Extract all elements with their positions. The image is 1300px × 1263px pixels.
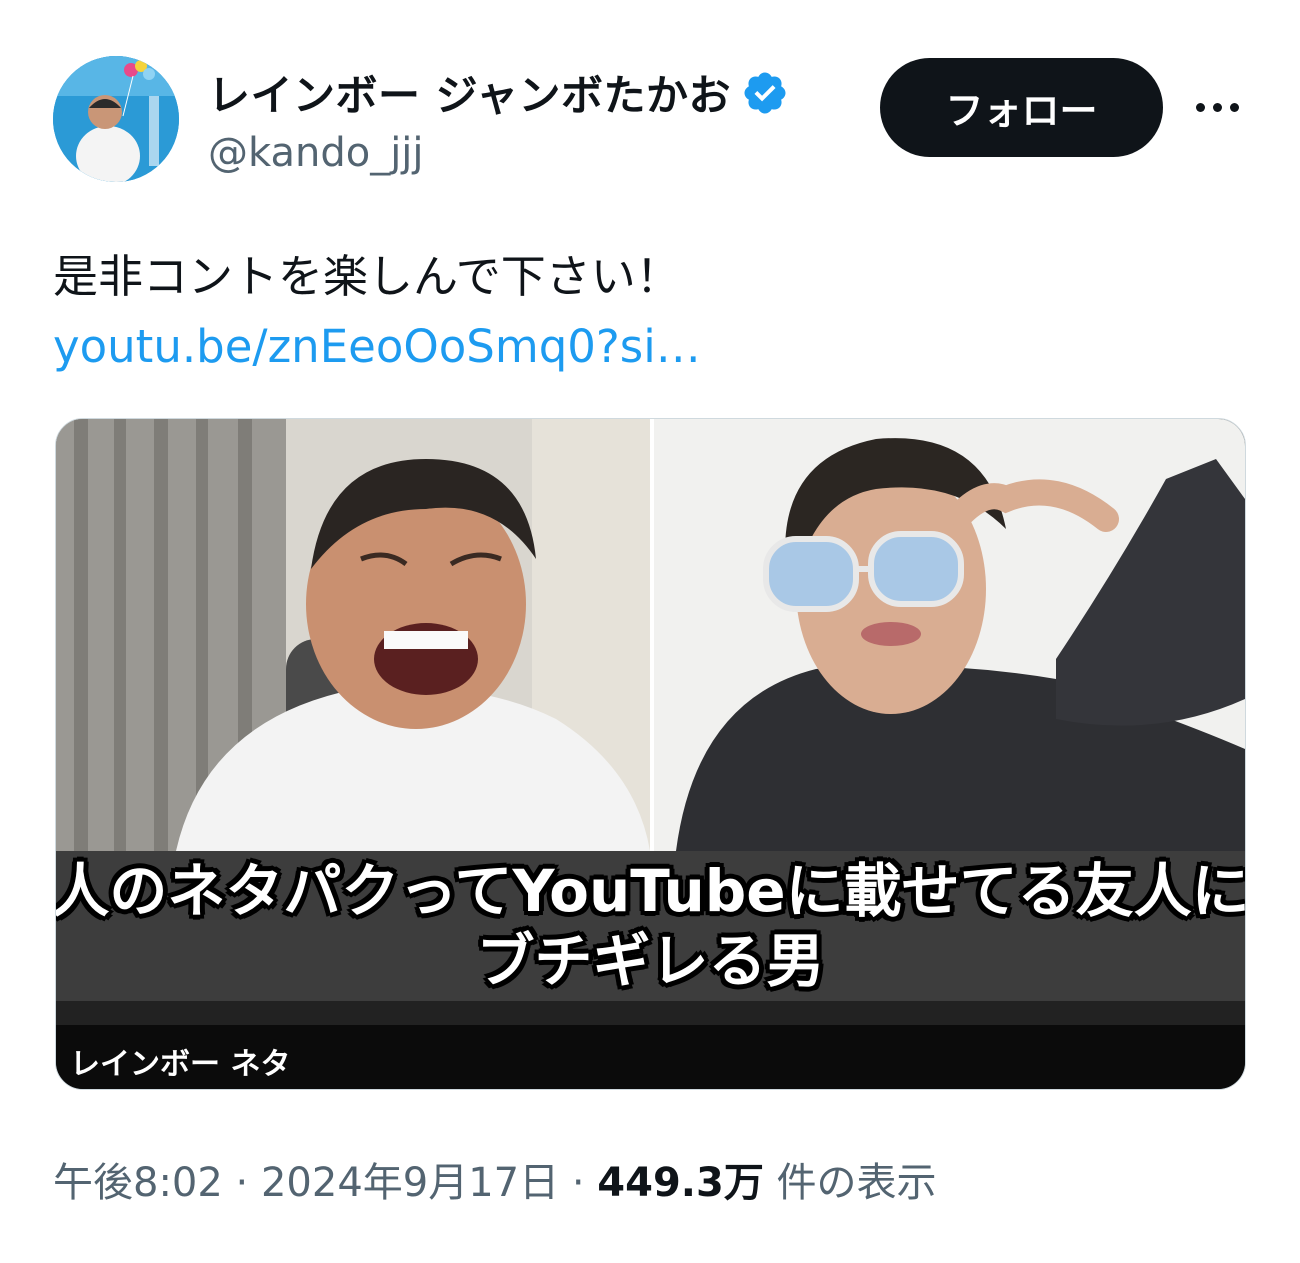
views-label: 件の表示 [763, 1160, 937, 1206]
channel-label: レインボー ネタ [70, 1047, 291, 1082]
tweet-time[interactable]: 午後8:02 [53, 1160, 223, 1206]
avatar[interactable] [53, 56, 179, 182]
tweet-link[interactable]: youtu.be/znEeoOoSmq0?si… [53, 320, 701, 373]
verified-badge-icon[interactable] [741, 69, 789, 117]
more-dot [1196, 102, 1205, 112]
view-count[interactable]: 449.3万 [597, 1160, 764, 1206]
video-caption: 人のネタパクってYouTubeに載せてる友人に ブチギレる男 [56, 851, 1245, 1001]
caption-line-1: 人のネタパクってYouTubeに載せてる友人に [55, 857, 1246, 925]
user-handle[interactable]: @kando_jjj [208, 130, 424, 176]
meta-separator: · [222, 1160, 261, 1206]
display-name[interactable]: レインボー ジャンボたかお [208, 62, 731, 123]
tweet-meta: 午後8:02 · 2024年9月17日 · 449.3万 件の表示 [53, 1150, 937, 1208]
video-thumbnail [56, 419, 1245, 851]
more-horizontal-icon[interactable] [1196, 92, 1246, 122]
more-dot [1213, 102, 1222, 112]
tweet-date[interactable]: 2024年9月17日 [261, 1160, 559, 1206]
channel-bar: レインボー ネタ [56, 1025, 1245, 1089]
meta-separator: · [559, 1160, 598, 1206]
tweet-text: 是非コントを楽しんで下さい！ [53, 250, 681, 303]
follow-button[interactable]: フォロー [880, 58, 1163, 157]
caption-line-2: ブチギレる男 [476, 927, 825, 995]
media-card[interactable]: 人のネタパクってYouTubeに載せてる友人に ブチギレる男 レインボー ネタ [55, 418, 1246, 1090]
more-dot [1230, 102, 1239, 112]
user-name-row: レインボー ジャンボたかお [208, 62, 789, 123]
